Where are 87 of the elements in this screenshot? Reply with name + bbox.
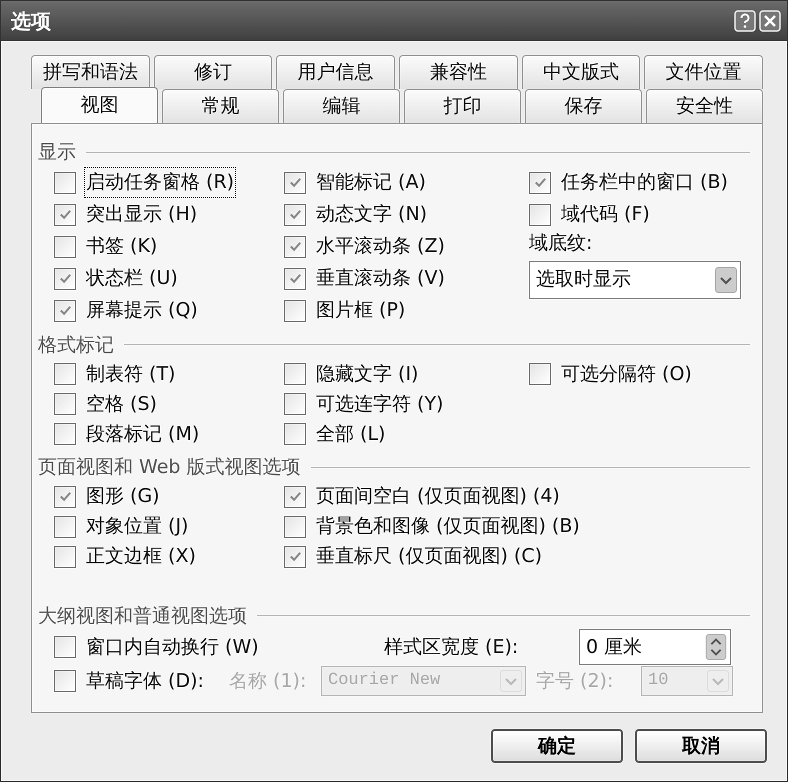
tab[interactable]: 兼容性 bbox=[399, 55, 518, 89]
checkbox[interactable] bbox=[284, 363, 306, 385]
checkbox-label: 正文边框 (X) bbox=[85, 544, 197, 570]
checkbox[interactable] bbox=[529, 172, 551, 194]
checkbox-label: 动态文字 (N) bbox=[315, 202, 428, 228]
section-title: 格式标记 bbox=[38, 332, 114, 358]
checkbox[interactable] bbox=[284, 423, 306, 445]
help-icon[interactable] bbox=[734, 10, 756, 32]
checkbox-label: 全部 (L) bbox=[315, 422, 386, 447]
checkbox-label: 启动任务窗格 (R) bbox=[84, 167, 236, 198]
dropdown[interactable]: 选取时显示 bbox=[529, 260, 741, 298]
checkbox-label: 状态栏 (U) bbox=[84, 266, 179, 292]
tab[interactable]: 常规 bbox=[162, 89, 279, 123]
checkbox-label: 制表符 (T) bbox=[85, 362, 176, 387]
checkbox-label: 背景色和图像 (仅页面视图) (B) bbox=[315, 514, 581, 540]
checkbox-label: 智能标记 (A) bbox=[315, 170, 427, 196]
checkbox[interactable] bbox=[284, 486, 306, 508]
checkbox[interactable] bbox=[529, 363, 551, 385]
checkbox[interactable] bbox=[54, 363, 76, 385]
checkbox[interactable] bbox=[284, 516, 306, 538]
checkbox-label: 可选分隔符 (O) bbox=[560, 362, 693, 387]
caret-icon[interactable] bbox=[715, 266, 737, 292]
checkbox-label: 任务栏中的窗口 (B) bbox=[560, 170, 729, 196]
field-label: 样式区宽度 (E): bbox=[384, 634, 518, 660]
checkbox[interactable] bbox=[54, 268, 76, 290]
field-label: 字号 (2): bbox=[536, 668, 614, 694]
checkbox-label: 水平滚动条 (Z) bbox=[315, 234, 446, 260]
checkbox[interactable] bbox=[54, 636, 76, 658]
dropdown-value: 10 bbox=[648, 670, 668, 692]
checkbox[interactable] bbox=[54, 393, 76, 415]
checkbox-label: 垂直标尺 (仅页面视图) (C) bbox=[315, 544, 543, 570]
ok-button[interactable]: 确定 bbox=[491, 729, 623, 763]
checkbox[interactable] bbox=[284, 268, 306, 290]
checkbox[interactable] bbox=[54, 204, 76, 226]
field-label: 名称 (1): bbox=[229, 668, 306, 694]
checkbox-label: 屏幕提示 (Q) bbox=[85, 298, 199, 324]
checkbox[interactable] bbox=[284, 300, 306, 322]
checkbox-label: 域代码 (F) bbox=[560, 202, 651, 228]
checkbox[interactable] bbox=[54, 423, 76, 445]
tab[interactable]: 视图 bbox=[41, 87, 158, 123]
checkbox[interactable] bbox=[284, 393, 306, 415]
checkbox-label: 段落标记 (M) bbox=[85, 422, 200, 447]
dropdown-value: Courier New bbox=[328, 670, 440, 692]
close-icon[interactable] bbox=[759, 10, 781, 32]
tab[interactable]: 用户信息 bbox=[276, 55, 396, 89]
checkbox[interactable] bbox=[54, 236, 76, 258]
checkbox[interactable] bbox=[284, 546, 306, 568]
checkbox-label: 页面间空白 (仅页面视图) (4) bbox=[315, 484, 561, 510]
checkbox-label: 隐藏文字 (I) bbox=[315, 362, 420, 387]
checkbox[interactable] bbox=[54, 516, 76, 538]
checkbox[interactable] bbox=[529, 204, 551, 226]
checkbox-label: 草稿字体 (D): bbox=[85, 668, 205, 694]
checkbox-label: 图形 (G) bbox=[85, 484, 161, 510]
field-label: 域底纹: bbox=[529, 231, 592, 256]
section-title: 页面视图和 Web 版式视图选项 bbox=[38, 455, 301, 480]
tab[interactable]: 修订 bbox=[154, 55, 272, 89]
tab[interactable]: 文件位置 bbox=[644, 55, 764, 89]
checkbox-label: 图片框 (P) bbox=[315, 298, 406, 324]
dropdown-value: 选取时显示 bbox=[536, 267, 631, 292]
checkbox[interactable] bbox=[54, 546, 76, 568]
checkbox[interactable] bbox=[284, 172, 306, 194]
checkbox-label: 书签 (K) bbox=[85, 234, 158, 260]
tab[interactable]: 中文版式 bbox=[522, 55, 640, 89]
window-title: 选项 bbox=[11, 8, 52, 35]
tab[interactable]: 拼写和语法 bbox=[31, 55, 150, 89]
checkbox-label: 空格 (S) bbox=[85, 392, 158, 417]
spinner-value: 0 厘米 bbox=[586, 634, 642, 660]
spinner-field[interactable]: 0 厘米 bbox=[579, 629, 731, 665]
tab[interactable]: 保存 bbox=[525, 89, 642, 123]
checkbox-label: 可选连字符 (Y) bbox=[315, 392, 444, 417]
checkbox[interactable] bbox=[54, 486, 76, 508]
checkbox[interactable] bbox=[54, 300, 76, 322]
section-title: 显示 bbox=[38, 140, 76, 165]
checkbox[interactable] bbox=[284, 236, 306, 258]
checkbox-label: 对象位置 (J) bbox=[85, 514, 190, 540]
spin-arrows-icon[interactable] bbox=[705, 634, 727, 660]
tab[interactable]: 打印 bbox=[404, 89, 521, 123]
cancel-button[interactable]: 取消 bbox=[635, 729, 767, 763]
checkbox-label: 垂直滚动条 (V) bbox=[315, 266, 446, 292]
tab[interactable]: 编辑 bbox=[283, 89, 400, 123]
checkbox[interactable] bbox=[54, 670, 76, 692]
checkbox[interactable] bbox=[54, 172, 76, 194]
checkbox[interactable] bbox=[284, 204, 306, 226]
tab[interactable]: 安全性 bbox=[646, 89, 763, 123]
checkbox-label: 窗口内自动换行 (W) bbox=[85, 634, 260, 660]
checkbox-label: 突出显示 (H) bbox=[85, 202, 198, 228]
section-title: 大纲视图和普通视图选项 bbox=[38, 604, 247, 628]
